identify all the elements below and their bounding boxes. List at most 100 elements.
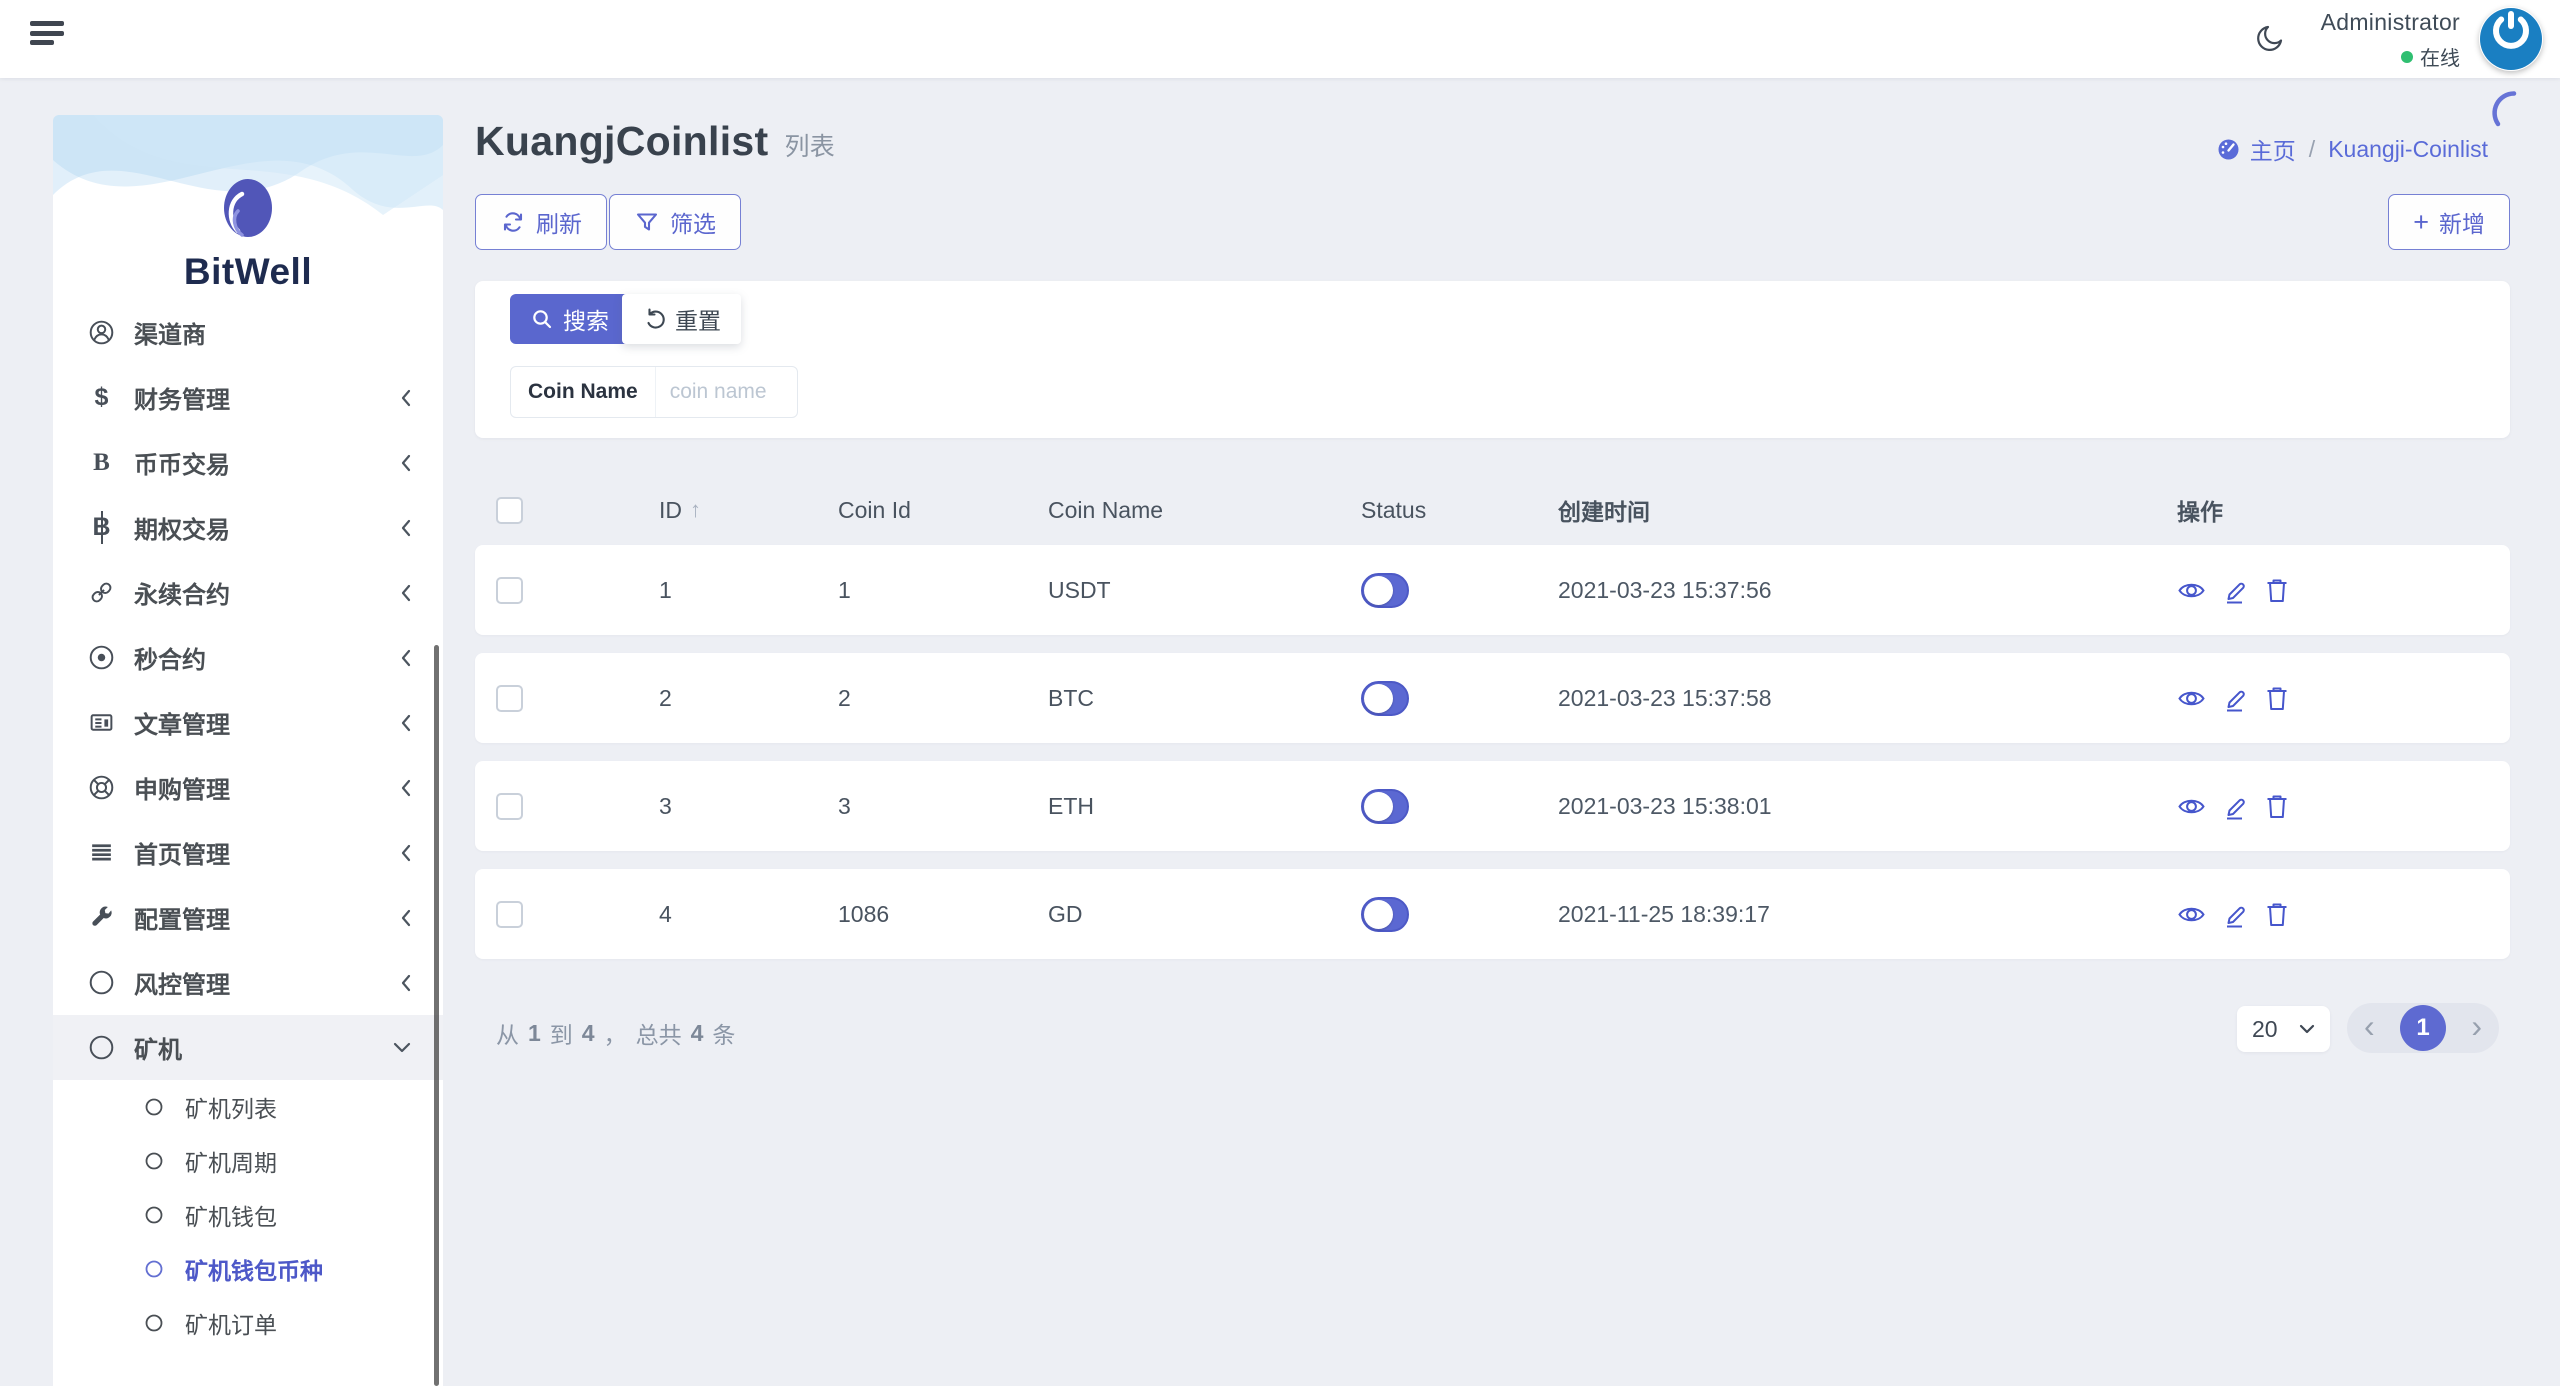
- sidebar-scrollbar[interactable]: [434, 645, 439, 1386]
- cell-coin-name: USDT: [1027, 577, 1340, 604]
- plus-icon: +: [2413, 209, 2429, 236]
- refresh-button[interactable]: 刷新: [475, 194, 607, 250]
- chevron-left-icon: [399, 517, 413, 539]
- previous-page-button[interactable]: ‹: [2364, 1010, 2375, 1047]
- sidebar-subitem-miner-wallet-coin[interactable]: 矿机钱包币种: [53, 1242, 443, 1296]
- dark-mode-toggle[interactable]: [2254, 22, 2286, 56]
- cell-id: 1: [638, 577, 817, 604]
- coin-name-field-label: Coin Name: [511, 367, 656, 417]
- add-button[interactable]: + 新增: [2388, 194, 2510, 250]
- sidebar-subitem-miner-list[interactable]: 矿机列表: [53, 1080, 443, 1134]
- chevron-left-icon: [399, 387, 413, 409]
- coin-name-input[interactable]: [656, 367, 797, 417]
- sidebar-subitem-label: 矿机订单: [185, 1306, 277, 1340]
- search-label: 搜索: [563, 302, 609, 336]
- sidebar-subitem-miner-orders[interactable]: 矿机订单: [53, 1296, 443, 1350]
- sort-asc-icon: ↑: [690, 497, 701, 523]
- reset-label: 重置: [675, 302, 721, 336]
- column-header-created: 创建时间: [1537, 493, 2156, 527]
- sidebar-subitem-label: 矿机钱包: [185, 1198, 277, 1232]
- row-checkbox[interactable]: [496, 793, 523, 820]
- next-page-button[interactable]: ›: [2471, 1010, 2482, 1047]
- circle-icon: [88, 969, 115, 996]
- page-size-select[interactable]: 20: [2237, 1006, 2330, 1052]
- sidebar-item-label: 文章管理: [134, 705, 230, 740]
- view-button[interactable]: [2177, 579, 2206, 602]
- user-avatar[interactable]: [2479, 7, 2543, 71]
- delete-button[interactable]: [2265, 577, 2289, 604]
- results-summary: 从1 到4 ， 总共4 条: [496, 1016, 735, 1050]
- table-row: 2 2 BTC 2021-03-23 15:37:58: [475, 653, 2510, 743]
- table-row: 3 3 ETH 2021-03-23 15:38:01: [475, 761, 2510, 851]
- chevron-left-icon: [399, 842, 413, 864]
- wrench-icon: [88, 904, 115, 931]
- home-gauge-icon: [2217, 138, 2240, 161]
- sidebar-subitem-miner-cycle[interactable]: 矿机周期: [53, 1134, 443, 1188]
- status-toggle[interactable]: [1361, 573, 1409, 608]
- circle-icon: [145, 1098, 163, 1116]
- sidebar-item-spot-trading[interactable]: B 币币交易: [53, 430, 443, 495]
- select-all-checkbox[interactable]: [496, 497, 523, 524]
- view-button[interactable]: [2177, 795, 2206, 818]
- status-toggle[interactable]: [1361, 789, 1409, 824]
- edit-button[interactable]: [2223, 901, 2248, 928]
- sidebar-item-perpetual-contract[interactable]: 永续合约: [53, 560, 443, 625]
- sidebar-item-label: 风控管理: [134, 965, 230, 1000]
- sidebar-item-risk-control[interactable]: 风控管理: [53, 950, 443, 1015]
- sidebar-item-articles[interactable]: 文章管理: [53, 690, 443, 755]
- hamburger-icon: [30, 21, 64, 26]
- loading-spinner: [2491, 90, 2537, 141]
- sidebar-subitem-miner-wallet[interactable]: 矿机钱包: [53, 1188, 443, 1242]
- sidebar-item-subscription[interactable]: 申购管理: [53, 755, 443, 820]
- circle-icon: [88, 1034, 115, 1061]
- delete-button[interactable]: [2265, 901, 2289, 928]
- sidebar-item-homepage[interactable]: 首页管理: [53, 820, 443, 885]
- sidebar-item-label: 财务管理: [134, 380, 230, 415]
- cell-id: 4: [638, 901, 817, 928]
- edit-button[interactable]: [2223, 793, 2248, 820]
- sidebar-subitem-label: 矿机列表: [185, 1090, 277, 1124]
- sidebar-item-finance[interactable]: $ 财务管理: [53, 365, 443, 430]
- sidebar-item-mining[interactable]: 矿机: [53, 1015, 443, 1080]
- circle-icon: [145, 1260, 163, 1278]
- row-checkbox[interactable]: [496, 577, 523, 604]
- row-checkbox[interactable]: [496, 685, 523, 712]
- row-checkbox[interactable]: [496, 901, 523, 928]
- column-header-coin-name: Coin Name: [1027, 497, 1340, 524]
- search-panel: 搜索 重置 Coin Name: [475, 281, 2510, 438]
- breadcrumb-current: Kuangji-Coinlist: [2328, 136, 2488, 163]
- delete-button[interactable]: [2265, 793, 2289, 820]
- edit-button[interactable]: [2223, 577, 2248, 604]
- view-button[interactable]: [2177, 903, 2206, 926]
- target-icon: [88, 644, 115, 671]
- sidebar-item-label: 币币交易: [134, 445, 230, 480]
- delete-button[interactable]: [2265, 685, 2289, 712]
- user-info[interactable]: Administrator 在线: [2321, 9, 2460, 71]
- sidebar-item-config[interactable]: 配置管理: [53, 885, 443, 950]
- menu-toggle-button[interactable]: [30, 21, 64, 57]
- sidebar-item-seconds-contract[interactable]: 秒合约: [53, 625, 443, 690]
- page-size-value: 20: [2252, 1016, 2278, 1043]
- status-toggle[interactable]: [1361, 897, 1409, 932]
- search-button[interactable]: 搜索: [510, 294, 630, 344]
- breadcrumb-home-link[interactable]: 主页: [2250, 132, 2296, 166]
- sidebar-item-label: 矿机: [134, 1030, 182, 1065]
- current-page-button[interactable]: 1: [2400, 1005, 2446, 1051]
- sidebar-item-label: 渠道商: [134, 315, 206, 350]
- sidebar-item-options-trading[interactable]: B 期权交易: [53, 495, 443, 560]
- list-lines-icon: [88, 839, 115, 866]
- search-icon: [531, 308, 554, 331]
- sidebar-item-channels[interactable]: 渠道商: [53, 300, 443, 365]
- chain-link-icon: [88, 579, 115, 606]
- view-button[interactable]: [2177, 687, 2206, 710]
- reset-button[interactable]: 重置: [622, 294, 741, 344]
- edit-button[interactable]: [2223, 685, 2248, 712]
- brand-logo: [220, 177, 276, 244]
- status-toggle[interactable]: [1361, 681, 1409, 716]
- filter-label: 筛选: [670, 205, 716, 239]
- filter-button[interactable]: 筛选: [609, 194, 741, 250]
- column-header-actions: 操作: [2156, 493, 2510, 527]
- pagination: ‹ 1 ›: [2347, 1003, 2499, 1053]
- add-label: 新增: [2439, 205, 2485, 239]
- column-header-id[interactable]: ID ↑: [638, 497, 817, 524]
